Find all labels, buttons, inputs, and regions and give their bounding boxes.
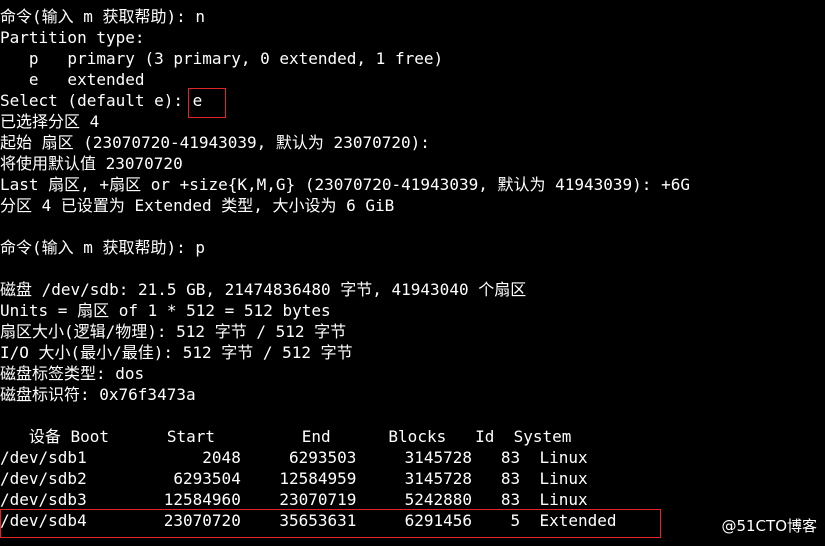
- terminal-line: Select (default e): e: [0, 91, 203, 110]
- partition-row: /dev/sdb2 6293504 12584959 3145728 83 Li…: [0, 469, 588, 488]
- terminal-line: I/O 大小(最小/最佳): 512 字节 / 512 字节: [0, 343, 353, 362]
- terminal-line: Units = 扇区 of 1 * 512 = 512 bytes: [0, 301, 331, 320]
- terminal-line: 将使用默认值 23070720: [0, 154, 183, 173]
- terminal-output[interactable]: 命令(输入 m 获取帮助): n Partition type: p prima…: [0, 6, 825, 546]
- partition-row: /dev/sdb3 12584960 23070719 5242880 83 L…: [0, 490, 588, 509]
- terminal-line: 已选择分区 4: [0, 112, 100, 131]
- terminal-line: 起始 扇区 (23070720-41943039, 默认为 23070720):: [0, 133, 430, 152]
- terminal-line: e extended: [0, 70, 145, 89]
- highlight-box-sdb4-row: [0, 509, 661, 538]
- terminal-line: 命令(输入 m 获取帮助): n: [0, 7, 206, 26]
- terminal-line: 磁盘 /dev/sdb: 21.5 GB, 21474836480 字节, 41…: [0, 280, 527, 299]
- terminal-line: 扇区大小(逻辑/物理): 512 字节 / 512 字节: [0, 322, 347, 341]
- terminal-line: Last 扇区, +扇区 or +size{K,M,G} (23070720-4…: [0, 175, 690, 194]
- watermark: @51CTO博客: [721, 517, 817, 535]
- terminal-line: 分区 4 已设置为 Extended 类型, 大小设为 6 GiB: [0, 196, 395, 215]
- partition-table-header: 设备 Boot Start End Blocks Id System: [0, 427, 572, 446]
- terminal-line: Partition type:: [0, 28, 145, 47]
- terminal-line: 磁盘标签类型: dos: [0, 364, 145, 383]
- partition-row: /dev/sdb1 2048 6293503 3145728 83 Linux: [0, 448, 588, 467]
- terminal-line: 磁盘标识符: 0x76f3473a: [0, 385, 196, 404]
- terminal-line: 命令(输入 m 获取帮助): p: [0, 238, 206, 257]
- terminal-line: p primary (3 primary, 0 extended, 1 free…: [0, 49, 444, 68]
- highlight-box-select-input: [188, 88, 226, 118]
